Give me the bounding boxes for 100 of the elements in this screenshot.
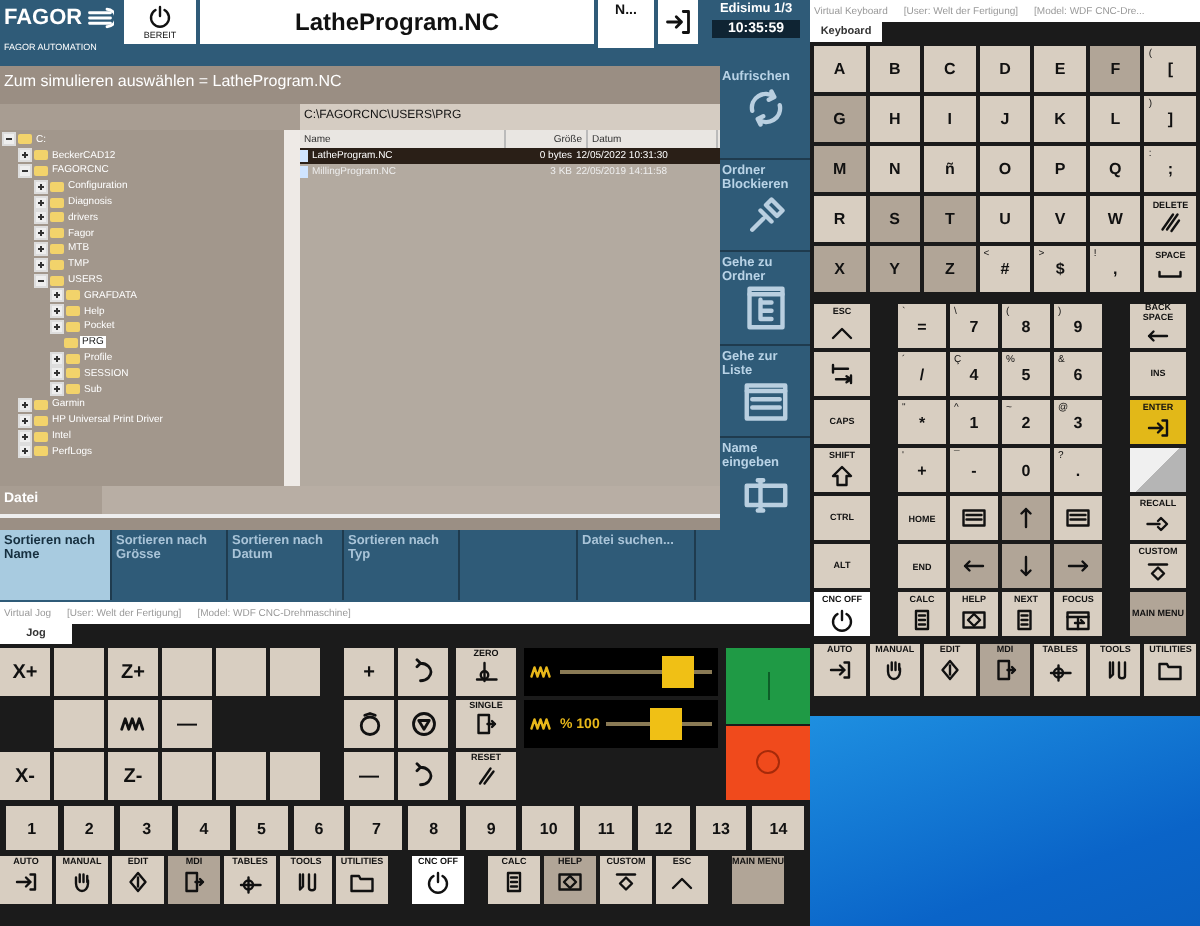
slider-thumb[interactable] [662,656,694,688]
exit-button[interactable] [658,0,698,44]
expander-box[interactable] [50,288,64,303]
number-key[interactable]: 12 [637,806,690,850]
axis-key[interactable]: Z- [108,752,158,800]
expander-box[interactable] [50,366,64,381]
letter-key[interactable]: E [1034,46,1086,92]
number-key[interactable]: 6 [293,806,345,850]
expander-box[interactable] [34,257,48,272]
rapid-key[interactable] [108,700,158,748]
exit-arrow-icon [664,8,692,36]
number-key[interactable]: 1 [6,806,58,850]
letter-key[interactable]: U [979,196,1031,242]
letter-key[interactable]: A [814,46,866,92]
expander-box[interactable] [34,195,48,210]
scrollbar[interactable] [284,130,300,486]
number-key[interactable]: 11 [580,806,632,850]
tab-arrows-icon [830,362,854,386]
spindle-key[interactable]: + [344,648,394,696]
keypad-key[interactable] [1054,544,1102,588]
number-key[interactable]: 2 [63,806,115,850]
letter-key[interactable]: G [814,96,866,142]
number-key[interactable]: 14 [752,806,805,850]
axis-key[interactable]: X- [0,752,50,800]
expander-box[interactable] [18,148,32,163]
expander-box[interactable] [34,226,48,241]
spindle-key[interactable] [398,648,448,696]
enter-arrow-icon [827,657,852,682]
letter-key[interactable]: S [869,196,921,242]
number-key[interactable]: 5 [235,806,288,850]
wave-icon [530,660,554,684]
letter-key[interactable]: L [1089,96,1141,142]
expander-box[interactable] [18,397,32,412]
keypad-key[interactable] [1002,496,1050,540]
letter-key[interactable]: W [1089,196,1141,242]
spindle-key[interactable] [398,700,448,748]
letter-key[interactable]: F [1089,46,1141,92]
letter-key[interactable]: J [979,96,1031,142]
file-name-field[interactable] [102,486,720,514]
number-key[interactable]: 10 [522,806,575,850]
folder-tree-icon [743,286,787,331]
expander-box[interactable] [18,444,32,459]
letter-key[interactable]: Z [924,246,976,292]
letter-key[interactable]: H [869,96,921,142]
number-key[interactable]: 9 [465,806,517,850]
expander-box[interactable] [34,273,48,288]
axis-key[interactable]: — [162,700,212,748]
slider-thumb[interactable] [650,708,683,740]
expander-box[interactable] [50,382,64,397]
axis-key[interactable]: X+ [0,648,50,696]
expander-box[interactable] [34,179,48,194]
expander-box[interactable] [34,241,48,256]
keypad-key[interactable] [1002,544,1050,588]
number-key[interactable]: 7 [350,806,403,850]
letter-key[interactable]: X [814,246,866,292]
keypad-key[interactable]: 0 [1002,448,1050,492]
number-key[interactable]: 13 [695,806,747,850]
keypad-key[interactable] [950,544,998,588]
diamond-arrows-icon [937,657,962,682]
keypad-key[interactable] [950,496,998,540]
expander-box[interactable] [50,304,64,319]
text-cursor-icon [743,472,787,517]
stop-circle-icon [409,710,437,738]
document-arrow-icon [182,869,206,894]
cycle-start-button[interactable] [726,648,810,723]
number-key[interactable]: 8 [408,806,460,850]
spindle-key[interactable] [344,700,394,748]
letter-key[interactable]: M [814,146,866,192]
number-key[interactable]: 4 [178,806,230,850]
expander-box[interactable] [18,413,32,428]
letter-key[interactable]: Y [869,246,921,292]
spindle-key[interactable] [398,752,448,800]
letter-key[interactable]: T [924,196,976,242]
letter-key[interactable]: B [869,46,921,92]
letter-key[interactable]: D [979,46,1031,92]
expander-box[interactable] [18,163,32,178]
diamond-arrows-icon [126,869,150,894]
letter-key[interactable]: N [869,146,921,192]
keypad-key[interactable] [1054,496,1102,540]
letter-key[interactable]: P [1034,146,1086,192]
number-key[interactable]: 3 [120,806,173,850]
expander-box[interactable] [34,210,48,225]
letter-key[interactable]: V [1034,196,1086,242]
control-key[interactable] [814,352,870,396]
expander-box[interactable] [50,319,64,334]
expander-box[interactable] [18,429,32,444]
letter-key[interactable]: Q [1089,146,1141,192]
slash-icon [474,763,498,788]
letter-key[interactable]: O [979,146,1031,192]
letter-key[interactable]: ñ [924,146,976,192]
letter-key[interactable]: I [924,96,976,142]
letter-key[interactable]: R [814,196,866,242]
letter-key[interactable]: K [1034,96,1086,142]
letter-key[interactable]: C [924,46,976,92]
axis-key[interactable]: Z+ [108,648,158,696]
expander-box[interactable] [2,132,16,147]
arrow-right-icon [1066,554,1090,578]
spindle-key[interactable]: — [344,752,394,800]
expander-box[interactable] [50,351,64,366]
spindle-icon [355,710,383,738]
